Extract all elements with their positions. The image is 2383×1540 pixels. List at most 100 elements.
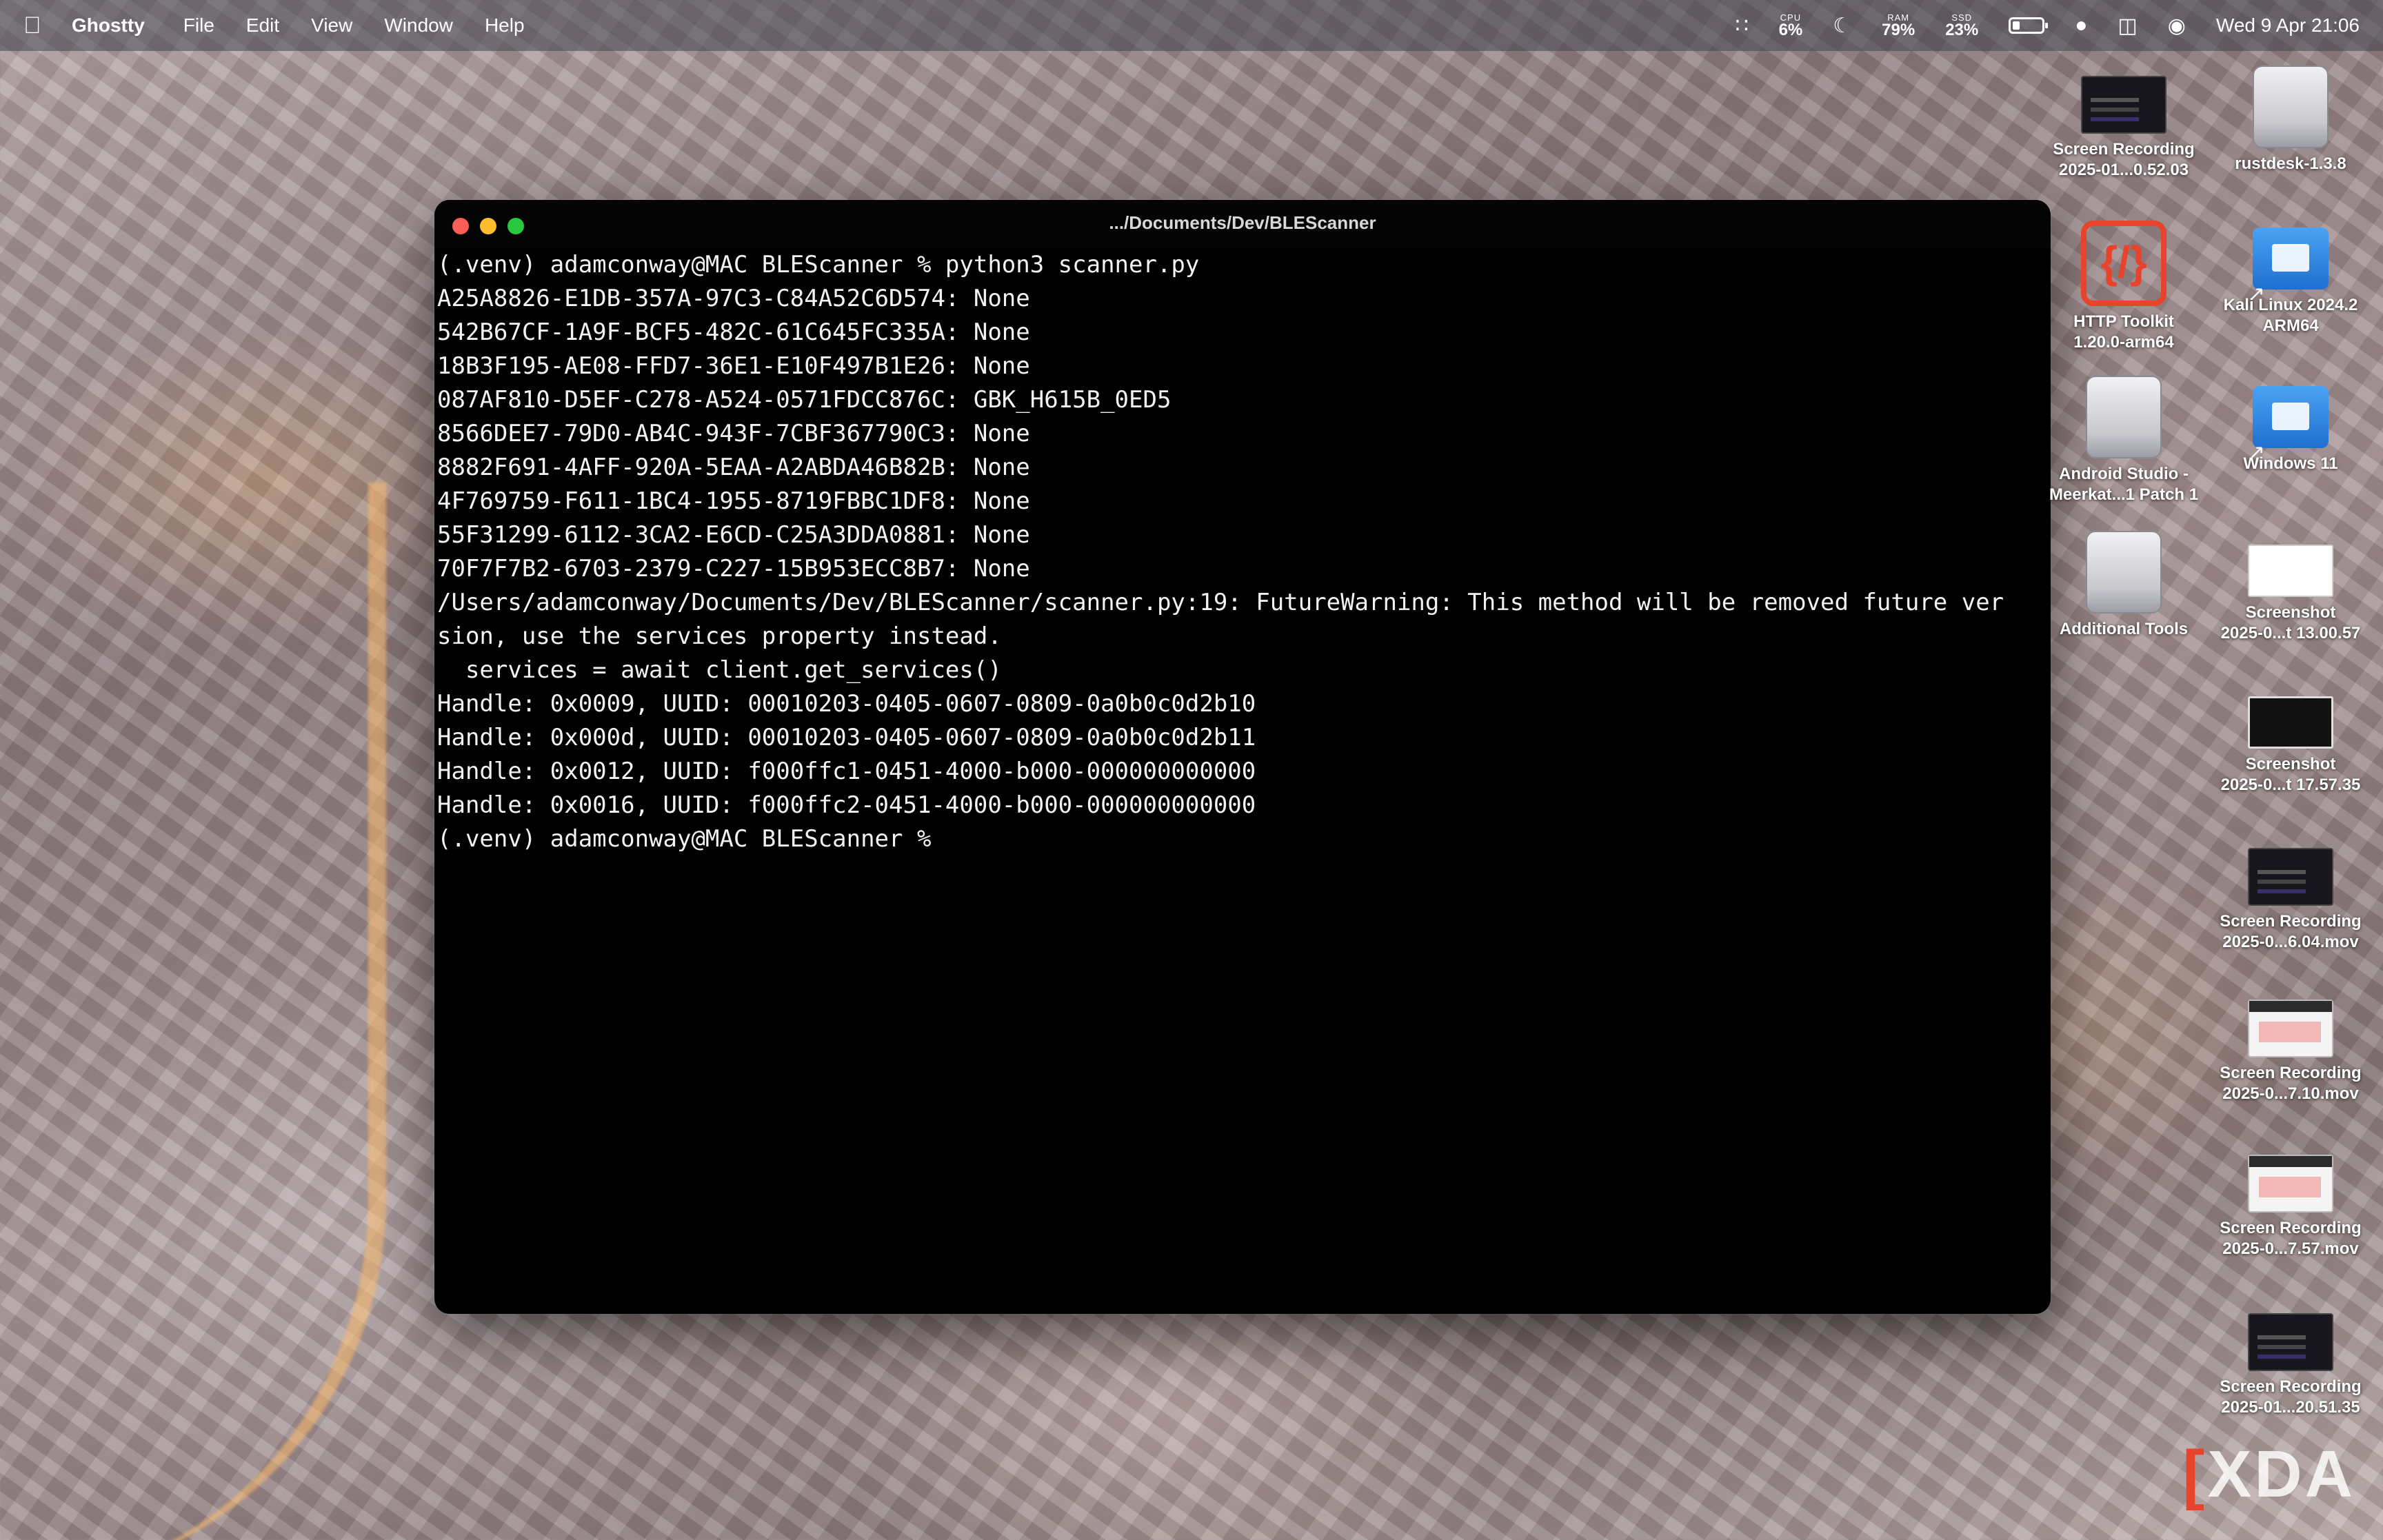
terminal-line: (.venv) adamconway@MAC BLEScanner % (437, 825, 932, 853)
desktop-icon[interactable]: Screen Recording 2025-01...0.52.03 (2034, 76, 2213, 181)
siri-icon[interactable]: ◉ (2168, 14, 2186, 38)
terminal-line: 55F31299-6112-3CA2-E6CD-C25A3DDA0881: No… (437, 521, 1030, 549)
grid-dots-icon[interactable]: ∷ (1735, 14, 1748, 38)
video-thumbnail-icon (2248, 848, 2333, 906)
disk-image-icon (2253, 65, 2329, 148)
wallpaper-road (0, 483, 386, 1540)
screenshot-thumbnail-icon (2248, 545, 2333, 597)
virtual-machine-icon: ↗ (2249, 227, 2329, 304)
desktop-icon[interactable]: Screen Recording 2025-0...6.04.mov (2201, 848, 2380, 953)
desktop-icon-label-line: Kali Linux 2024.2 (2223, 296, 2358, 314)
menu-window[interactable]: Window (384, 14, 453, 37)
desktop-icon-label-line: Screen Recording (2220, 912, 2362, 931)
desktop-icon-label-line: Screen Recording (2220, 1064, 2362, 1082)
terminal-line: A25A8826-E1DB-357A-97C3-C84A52C6D574: No… (437, 285, 1030, 312)
terminal-line: sion, use the services property instead. (437, 622, 1002, 650)
disk-image-icon (2086, 376, 2162, 458)
window-titlebar[interactable]: .../Documents/Dev/BLEScanner (434, 200, 2051, 248)
desktop-icon-label-line: Windows 11 (2243, 454, 2338, 473)
menu-bar-clock[interactable]: Wed 9 Apr 21:06 (2216, 14, 2360, 37)
app-menu-ghostty[interactable]: Ghostty (72, 14, 145, 37)
desktop-icon[interactable]: Screenshot 2025-0...t 17.57.35 (2201, 696, 2380, 796)
desktop-icon-label: Screen Recording 2025-01...20.51.35 (2201, 1377, 2380, 1418)
terminal-output[interactable]: (.venv) adamconway@MAC BLEScanner % pyth… (434, 248, 2051, 856)
desktop-icon-label: Android Studio - Meerkat...1 Patch 1 (2034, 464, 2213, 505)
menu-bar-extras: ∷ CPU 6% ☾ RAM 79% SSD 23% ● ◫ ◉ Wed 9 A… (1705, 0, 2360, 51)
desktop-icon-label: Screen Recording 2025-01...0.52.03 (2034, 139, 2213, 181)
terminal-line: Handle: 0x0012, UUID: f000ffc1-0451-4000… (437, 758, 1256, 785)
desktop-icon[interactable]: Screen Recording 2025-01...20.51.35 (2201, 1313, 2380, 1418)
desktop-icon-label-line: 2025-0...7.10.mov (2222, 1084, 2359, 1103)
alias-arrow-icon: ↗ (2249, 283, 2265, 304)
ssd-stat[interactable]: SSD 23% (1945, 13, 1978, 39)
terminal-line: Handle: 0x0009, UUID: 00010203-0405-0607… (437, 690, 1256, 718)
terminal-line: 4F769759-F611-1BC4-1955-8719FBBC1DF8: No… (437, 487, 1030, 515)
desktop-icon-label: Screen Recording 2025-0...6.04.mov (2201, 911, 2380, 953)
desktop-icon-label-line: Meerkat...1 Patch 1 (2049, 485, 2199, 504)
desktop-icon-label-line: Screen Recording (2053, 140, 2195, 159)
terminal-line: 70F7F7B2-6703-2379-C227-15B953ECC8B7: No… (437, 555, 1030, 582)
desktop-icon-label-line: ARM64 (2262, 316, 2319, 335)
video-thumbnail-icon (2248, 1155, 2333, 1213)
virtual-machine-icon: ↗ (2249, 386, 2329, 463)
video-thumbnail-icon (2248, 1313, 2333, 1371)
desktop-icon-label-line: rustdesk-1.3.8 (2235, 154, 2346, 173)
ghostty-terminal-window[interactable]: .../Documents/Dev/BLEScanner (.venv) ada… (434, 200, 2051, 1314)
window-title: .../Documents/Dev/BLEScanner (1109, 212, 1376, 233)
desktop-icon-label-line: Screen Recording (2220, 1219, 2362, 1237)
desktop-icon[interactable]: ↗ Kali Linux 2024.2 ARM64 (2201, 227, 2380, 336)
http-toolkit-icon: {/} (2081, 221, 2166, 306)
menu-file[interactable]: File (183, 14, 214, 37)
desktop-icon-label: Screen Recording 2025-0...7.57.mov (2201, 1218, 2380, 1259)
desktop-icon-label: Screen Recording 2025-0...7.10.mov (2201, 1063, 2380, 1104)
desktop-icon-label: rustdesk-1.3.8 (2201, 154, 2380, 174)
control-center-icon[interactable]: ◫ (2118, 14, 2137, 38)
desktop-icon-label-line: 2025-01...20.51.35 (2221, 1398, 2360, 1417)
terminal-line: 8566DEE7-79D0-AB4C-943F-7CBF367790C3: No… (437, 420, 1030, 447)
desktop-icon-label: Screenshot 2025-0...t 13.00.57 (2201, 602, 2380, 644)
desktop-icon[interactable]: rustdesk-1.3.8 (2201, 65, 2380, 174)
terminal-line: Handle: 0x0016, UUID: f000ffc2-0451-4000… (437, 791, 1256, 819)
desktop-icon-label-line: 2025-0...7.57.mov (2222, 1239, 2359, 1258)
screenshot-thumbnail-icon (2248, 696, 2333, 749)
menu-view[interactable]: View (311, 14, 352, 37)
video-thumbnail-icon (2248, 1000, 2333, 1057)
menu-edit[interactable]: Edit (246, 14, 279, 37)
desktop-icon-label: Screenshot 2025-0...t 17.57.35 (2201, 754, 2380, 796)
terminal-line: /Users/adamconway/Documents/Dev/BLEScann… (437, 589, 2004, 616)
menu-help[interactable]: Help (485, 14, 525, 37)
desktop-icon[interactable]: {/} HTTP Toolkit 1.20.0-arm64 (2034, 221, 2213, 353)
battery-icon[interactable] (2009, 17, 2049, 34)
desktop-icon[interactable]: Screen Recording 2025-0...7.10.mov (2201, 1000, 2380, 1104)
desktop-icon[interactable]: Android Studio - Meerkat...1 Patch 1 (2034, 376, 2213, 505)
desktop-icon[interactable]: ↗ Windows 11 (2201, 386, 2380, 474)
terminal-line: 087AF810-D5EF-C278-A524-0571FDCC876C: GB… (437, 386, 1172, 414)
desktop-icon-label-line: 2025-0...t 17.57.35 (2220, 776, 2361, 794)
terminal-line: (.venv) adamconway@MAC BLEScanner % pyth… (437, 251, 1200, 278)
desktop-icon-label-line: Screenshot (2245, 603, 2336, 622)
desktop-icon-label-line: Android Studio - (2059, 465, 2189, 483)
record-dot-icon[interactable]: ● (2075, 14, 2087, 37)
ram-stat[interactable]: RAM 79% (1882, 13, 1915, 39)
desktop-icon-label: Kali Linux 2024.2 ARM64 (2201, 295, 2380, 336)
terminal-line: 8882F691-4AFF-920A-5EAA-A2ABDA46B82B: No… (437, 454, 1030, 481)
desktop-icon-label: HTTP Toolkit 1.20.0-arm64 (2034, 312, 2213, 353)
desktop-icon-label-line: 2025-0...6.04.mov (2222, 933, 2359, 951)
terminal-line: services = await client.get_services() (437, 656, 1002, 684)
desktop-icon[interactable]: Screen Recording 2025-0...7.57.mov (2201, 1155, 2380, 1259)
terminal-line: 542B67CF-1A9F-BCF5-482C-61C645FC335A: No… (437, 318, 1030, 346)
moon-icon[interactable]: ☾ (1833, 14, 1851, 38)
terminal-line: 18B3F195-AE08-FFD7-36E1-E10F497B1E26: No… (437, 352, 1030, 380)
desktop-icon-label: Additional Tools (2034, 619, 2213, 640)
desktop-icon-label-line: 2025-0...t 13.00.57 (2220, 624, 2361, 642)
cpu-stat[interactable]: CPU 6% (1779, 13, 1803, 39)
apple-menu-icon[interactable]:  (23, 12, 65, 39)
terminal-line: Handle: 0x000d, UUID: 00010203-0405-0607… (437, 724, 1256, 751)
desktop-icon-label-line: Screenshot (2245, 755, 2336, 773)
xda-watermark: [XDA (2182, 1437, 2355, 1511)
video-thumbnail-icon (2081, 76, 2166, 134)
desktop-icon-label-line: Additional Tools (2059, 620, 2189, 638)
desktop-icon-label-line: 2025-01...0.52.03 (2058, 161, 2189, 179)
desktop-icon[interactable]: Additional Tools (2034, 531, 2213, 640)
desktop-icon[interactable]: Screenshot 2025-0...t 13.00.57 (2201, 545, 2380, 644)
